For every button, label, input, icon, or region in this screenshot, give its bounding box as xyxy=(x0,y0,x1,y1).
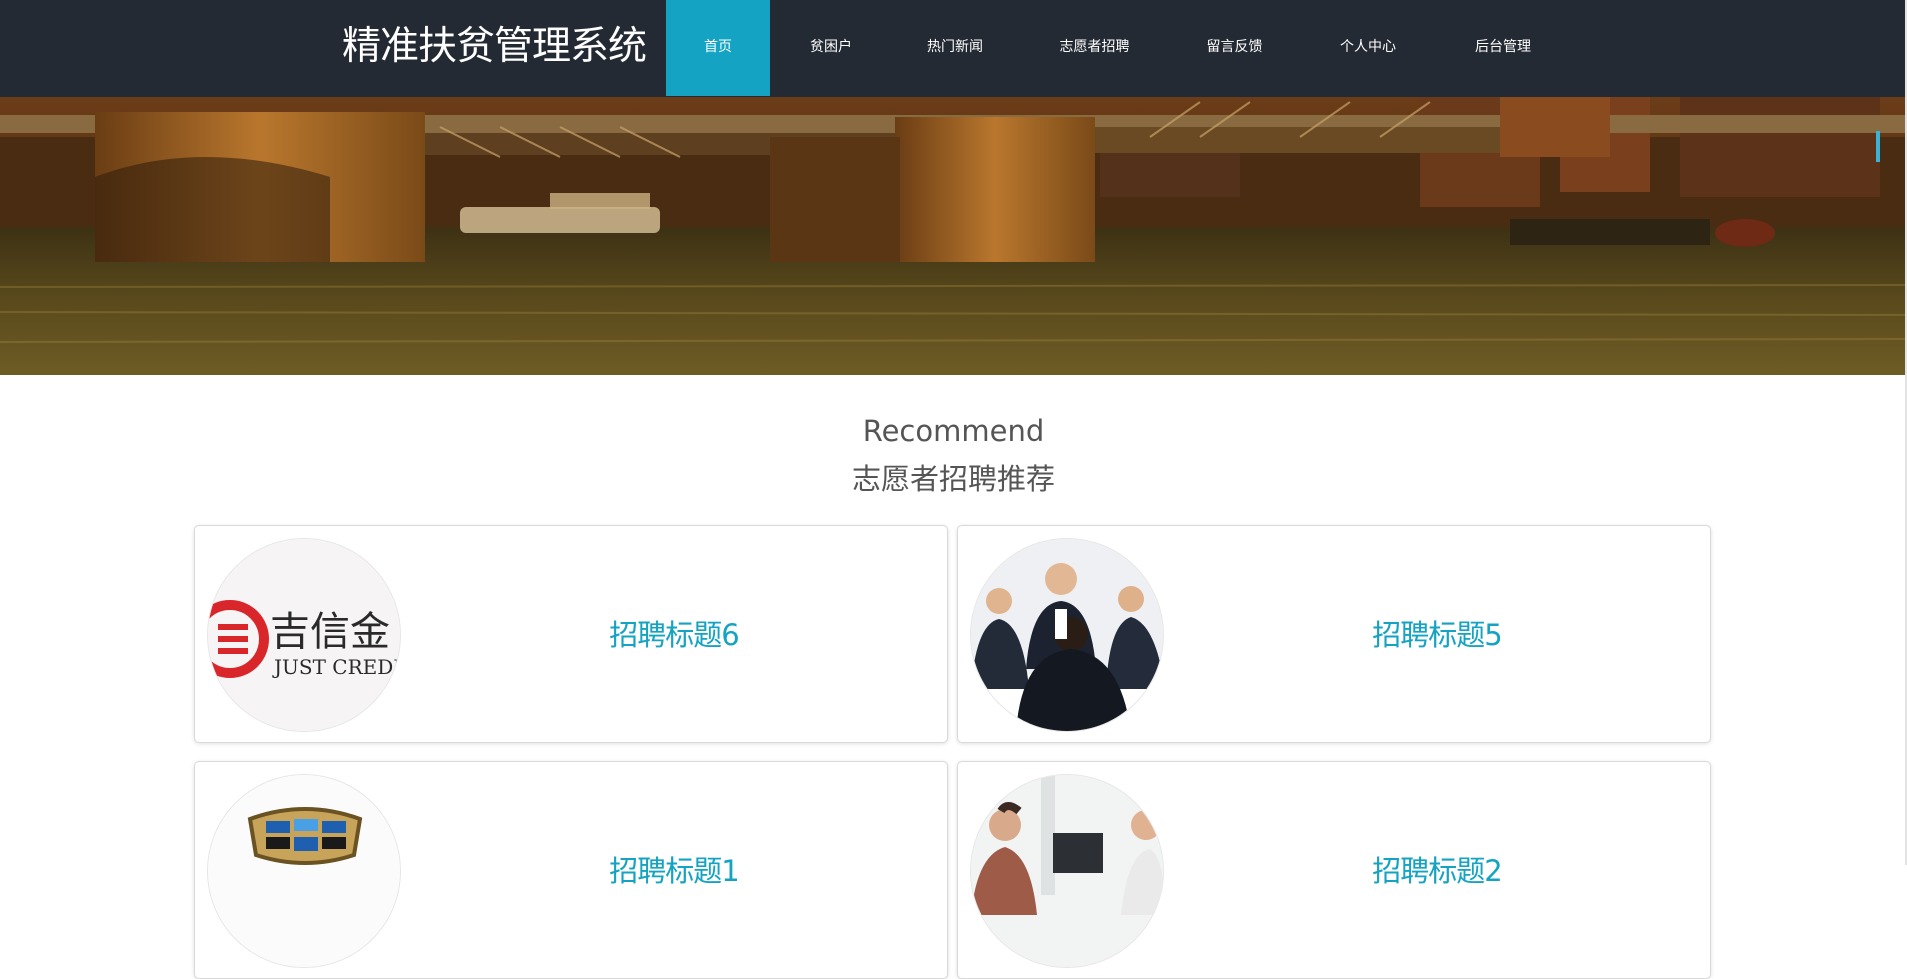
site-title[interactable]: 精准扶贫管理系统 xyxy=(342,0,647,97)
card-title[interactable]: 招聘标题2 xyxy=(1164,762,1710,978)
top-navbar: 精准扶贫管理系统 首页 贫困户 热门新闻 志愿者招聘 留言反馈 个人中心 后台管… xyxy=(0,0,1907,97)
nav-item-poor-households[interactable]: 贫困户 xyxy=(770,0,892,96)
nav-item-hot-news[interactable]: 热门新闻 xyxy=(892,0,1018,96)
nav-item-admin[interactable]: 后台管理 xyxy=(1438,0,1568,96)
logo-text: 吉信金 xyxy=(270,609,390,655)
recruit-card[interactable]: 招聘标题1 xyxy=(194,761,948,979)
hero-banner xyxy=(0,97,1907,375)
section-title-en: Recommend xyxy=(862,414,1045,448)
bridge-banner-image xyxy=(0,97,1907,375)
main-nav: 首页 贫困户 热门新闻 志愿者招聘 留言反馈 个人中心 后台管理 xyxy=(666,0,1568,96)
card-title[interactable]: 招聘标题6 xyxy=(401,526,947,742)
nav-item-home[interactable]: 首页 xyxy=(666,0,770,96)
card-image-business-meeting[interactable] xyxy=(970,538,1164,732)
nav-item-feedback[interactable]: 留言反馈 xyxy=(1171,0,1298,96)
nav-item-volunteer-recruit[interactable]: 志愿者招聘 xyxy=(1018,0,1171,96)
banner-slide-indicator[interactable] xyxy=(1876,131,1880,162)
logo-subtext: JUST CREDIT xyxy=(272,655,401,679)
section-title-zh: 志愿者招聘推荐 xyxy=(851,462,1055,496)
card-image-car-emblem[interactable] xyxy=(207,774,401,968)
nav-item-personal-center[interactable]: 个人中心 xyxy=(1298,0,1438,96)
card-title[interactable]: 招聘标题1 xyxy=(401,762,947,978)
recruit-card[interactable]: 吉信金 JUST CREDIT 招聘标题6 xyxy=(194,525,948,743)
card-image-jixinjin-logo[interactable]: 吉信金 JUST CREDIT xyxy=(207,538,401,732)
card-title[interactable]: 招聘标题5 xyxy=(1164,526,1710,742)
recruit-card[interactable]: 招聘标题5 xyxy=(957,525,1711,743)
card-image-office-meeting[interactable] xyxy=(970,774,1164,968)
recruit-card[interactable]: 招聘标题2 xyxy=(957,761,1711,979)
